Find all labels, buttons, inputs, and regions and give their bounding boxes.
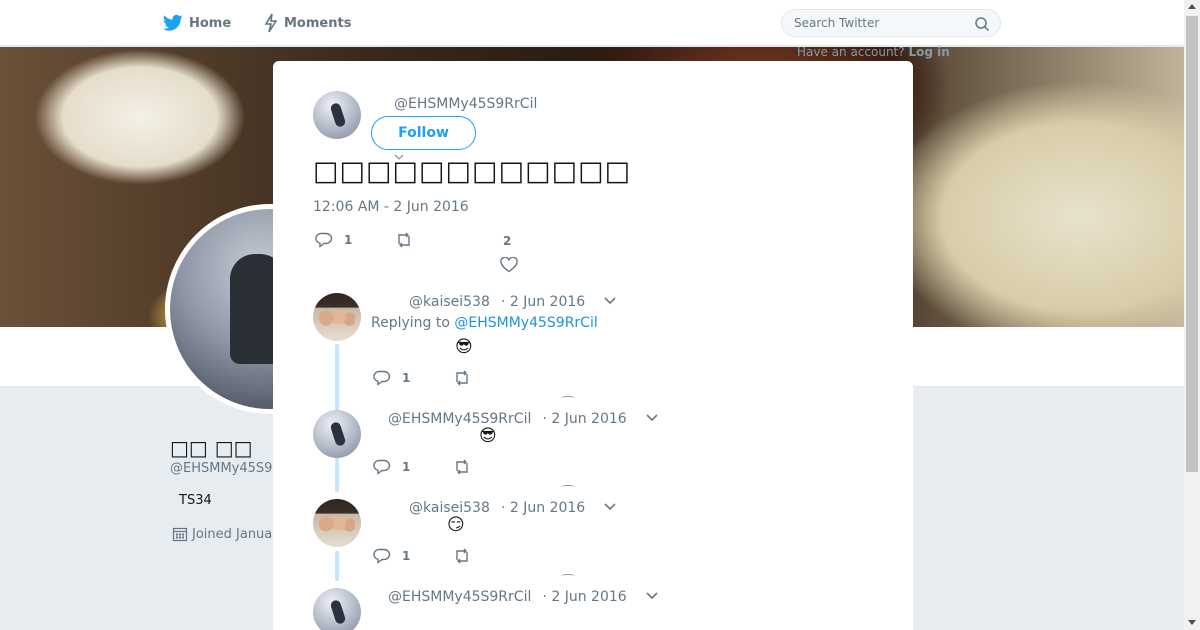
scrollbar-thumb[interactable] [1186, 16, 1198, 472]
chevron-down-icon[interactable] [604, 297, 616, 305]
reply-handle[interactable]: @EHSMMy45S9RrCil [388, 411, 531, 427]
scroll-down-arrow[interactable] [1188, 620, 1196, 625]
retweet-action[interactable] [395, 232, 413, 248]
like-count: 2 [503, 234, 512, 248]
scroll-up-arrow[interactable] [1188, 4, 1196, 9]
chevron-down-icon[interactable] [646, 414, 658, 422]
reply-header: @kaisei538 · 2 Jun 2016 [409, 497, 585, 516]
reply-avatar[interactable] [313, 293, 361, 341]
reply-icon [373, 548, 391, 564]
reply-date[interactable]: · 2 Jun 2016 [542, 589, 626, 605]
retweet-action[interactable] [453, 459, 471, 475]
reply-action[interactable]: 1 [373, 370, 410, 386]
reply-handle[interactable]: @EHSMMy45S9RrCil [388, 589, 531, 605]
reply-handle[interactable]: @kaisei538 [409, 500, 490, 516]
tweet-text: □□□□□□□□□□□□ [313, 156, 632, 187]
heart-icon [500, 257, 518, 273]
retweet-icon [456, 459, 468, 475]
thread-line [335, 462, 339, 492]
reply-icon [373, 459, 391, 475]
reply-count: 1 [344, 233, 353, 247]
retweet-action[interactable] [453, 548, 471, 564]
retweet-icon [456, 548, 468, 564]
replying-prefix: Replying to [371, 315, 450, 331]
retweet-icon [456, 370, 468, 386]
follow-button[interactable]: Follow [371, 116, 476, 150]
reply-avatar[interactable] [313, 588, 361, 630]
reply-count: 1 [402, 371, 411, 385]
thread-line [335, 551, 339, 581]
reply-date[interactable]: · 2 Jun 2016 [501, 500, 585, 516]
retweet-action[interactable] [453, 370, 471, 386]
reply-action[interactable]: 1 [373, 459, 410, 475]
like-count-label: 2 [503, 234, 511, 248]
reply-avatar[interactable] [313, 410, 361, 458]
reply-action[interactable]: 1 [373, 548, 410, 564]
reply-text: 😏 [447, 515, 465, 535]
tweet-modal: @EHSMMy45S9RrCil Follow □□□□□□□□□□□□ 12:… [273, 61, 913, 630]
heart-icon[interactable] [561, 485, 575, 489]
like-action[interactable] [500, 257, 518, 273]
reply-action[interactable]: 1 [315, 232, 352, 248]
reply-header: @EHSMMy45S9RrCil · 2 Jun 2016 [388, 586, 627, 605]
chevron-down-icon[interactable] [604, 503, 616, 511]
reply-date[interactable]: · 2 Jun 2016 [501, 294, 585, 310]
tweet-timestamp[interactable]: 12:06 AM - 2 Jun 2016 [313, 199, 469, 215]
close-icon[interactable] [1155, 12, 1179, 36]
replying-to-link[interactable]: @EHSMMy45S9RrCil [454, 315, 597, 331]
reply-text: 😎 [455, 337, 473, 357]
reply-handle[interactable]: @kaisei538 [409, 294, 490, 310]
reply-text: 😎 [479, 426, 497, 446]
replying-to: Replying to @EHSMMy45S9RrCil [371, 315, 598, 331]
reply-header: @EHSMMy45S9RrCil · 2 Jun 2016 [388, 408, 627, 427]
reply-icon [315, 232, 333, 248]
tweet-author-avatar[interactable] [313, 91, 361, 139]
reply-avatar[interactable] [313, 499, 361, 547]
reply-icon [373, 370, 391, 386]
chevron-down-icon[interactable] [646, 592, 658, 600]
tweet-author-handle[interactable]: @EHSMMy45S9RrCil [394, 96, 537, 112]
reply-count: 1 [402, 549, 411, 563]
reply-header: @kaisei538 · 2 Jun 2016 [409, 291, 585, 310]
retweet-icon [398, 232, 410, 248]
heart-icon[interactable] [561, 396, 575, 400]
reply-count: 1 [402, 460, 411, 474]
reply-date[interactable]: · 2 Jun 2016 [542, 411, 626, 427]
heart-icon[interactable] [561, 574, 575, 578]
